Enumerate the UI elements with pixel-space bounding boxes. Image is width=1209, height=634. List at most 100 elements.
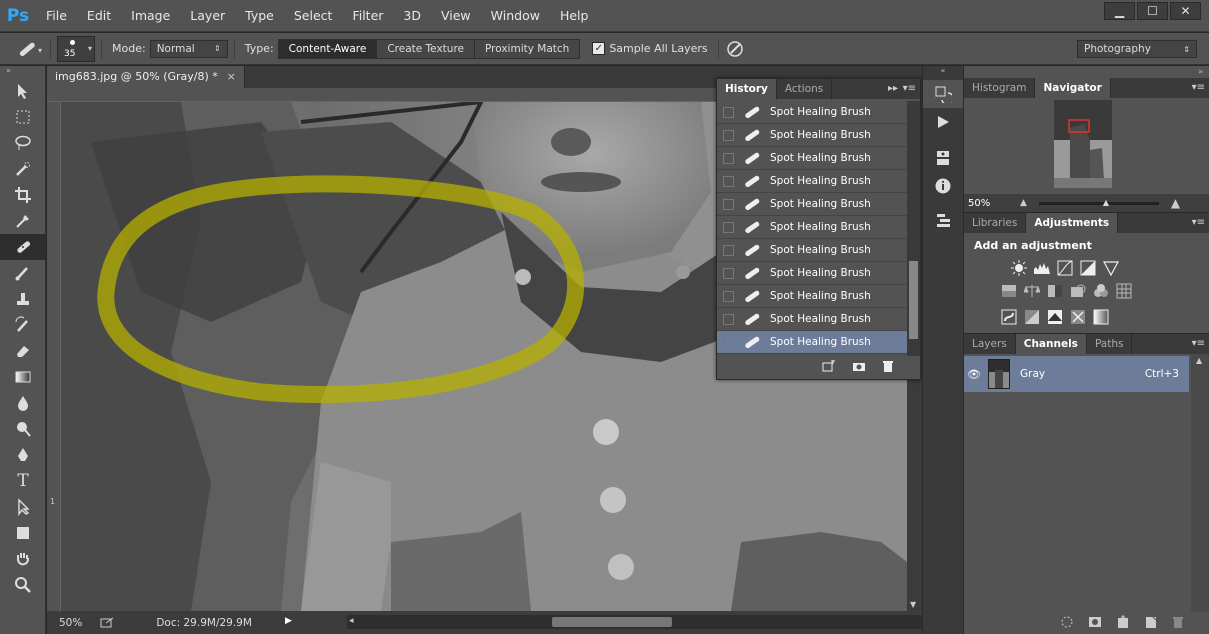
vibrance-icon[interactable]	[1102, 259, 1119, 276]
menu-type[interactable]: Type	[235, 0, 284, 32]
info-icon[interactable]	[923, 172, 963, 200]
menu-help[interactable]: Help	[550, 0, 599, 32]
menu-file[interactable]: File	[36, 0, 77, 32]
horizontal-scroll-thumb[interactable]	[552, 617, 672, 627]
photoshop-logo[interactable]: Ps	[0, 0, 36, 32]
eraser-tool[interactable]	[0, 338, 46, 364]
panel-menu-icon[interactable]: ▾≡	[903, 79, 916, 99]
scroll-up-arrow-icon[interactable]: ▲	[1196, 356, 1202, 365]
history-source-checkbox[interactable]	[723, 244, 734, 256]
tab-actions[interactable]: Actions	[777, 79, 833, 99]
history-source-checkbox[interactable]	[723, 129, 734, 141]
create-texture-button[interactable]: Create Texture	[377, 39, 475, 58]
crop-tool[interactable]	[0, 182, 46, 208]
brightness-contrast-icon[interactable]	[1010, 259, 1027, 276]
history-item[interactable]: Spot Healing Brush	[717, 124, 907, 147]
selective-color-icon[interactable]	[1069, 308, 1086, 325]
trash-icon[interactable]	[1172, 616, 1184, 631]
new-channel-page-icon[interactable]	[1144, 615, 1158, 632]
new-document-from-state-icon[interactable]	[822, 359, 836, 375]
channel-mixer-icon[interactable]	[1092, 282, 1109, 299]
history-source-checkbox[interactable]	[723, 198, 734, 210]
brush-tool[interactable]	[0, 260, 46, 286]
rectangle-tool[interactable]	[0, 520, 46, 546]
history-item[interactable]: Spot Healing Brush	[717, 239, 907, 262]
save-selection-as-channel-icon[interactable]	[1088, 616, 1102, 631]
history-item[interactable]: Spot Healing Brush	[717, 147, 907, 170]
brush-size-picker[interactable]: 35 ▾	[57, 35, 95, 62]
pen-tool[interactable]	[0, 442, 46, 468]
color-lookup-icon[interactable]	[1115, 282, 1132, 299]
history-item-current[interactable]: Spot Healing Brush	[717, 331, 907, 354]
photo-filter-icon[interactable]	[1069, 282, 1086, 299]
collapse-chevron-icon[interactable]: »	[1198, 67, 1203, 76]
color-balance-icon[interactable]	[1023, 282, 1040, 299]
marquee-tool[interactable]	[0, 104, 46, 130]
navigator-zoom-value[interactable]: 50%	[964, 198, 1020, 209]
channels-scrollbar[interactable]: ▲	[1191, 354, 1209, 612]
collapse-chevron-icon[interactable]: «	[923, 66, 963, 80]
zoom-slider-thumb[interactable]: ▲	[1103, 198, 1109, 207]
exposure-icon[interactable]	[1079, 259, 1096, 276]
history-source-checkbox[interactable]	[723, 313, 734, 325]
history-source-checkbox[interactable]	[723, 152, 734, 164]
menu-layer[interactable]: Layer	[180, 0, 235, 32]
hue-saturation-icon[interactable]	[1000, 282, 1017, 299]
content-aware-button[interactable]: Content-Aware	[278, 39, 378, 58]
history-item[interactable]: Spot Healing Brush	[717, 101, 907, 124]
zoom-level[interactable]: 50%	[59, 617, 82, 629]
menu-view[interactable]: View	[431, 0, 481, 32]
zoom-tool[interactable]	[0, 572, 46, 598]
type-tool[interactable]: T	[0, 468, 46, 494]
minimize-button[interactable]: ▁	[1104, 2, 1135, 20]
gradient-map-icon[interactable]	[1092, 308, 1109, 325]
tool-presets-icon[interactable]	[923, 206, 963, 234]
history-source-checkbox[interactable]	[723, 175, 734, 187]
eyedropper-tool[interactable]	[0, 208, 46, 234]
history-source-checkbox[interactable]	[723, 336, 734, 348]
tab-layers[interactable]: Layers	[964, 334, 1016, 354]
export-icon[interactable]	[100, 617, 114, 629]
menu-select[interactable]: Select	[284, 0, 343, 32]
tab-navigator[interactable]: Navigator	[1035, 78, 1111, 98]
history-item[interactable]: Spot Healing Brush	[717, 170, 907, 193]
close-icon[interactable]: ×	[227, 66, 236, 88]
history-scrollbar[interactable]	[907, 101, 920, 356]
history-panel-icon[interactable]	[923, 80, 963, 108]
channel-row-gray[interactable]: 👁 Gray Ctrl+3	[964, 356, 1189, 392]
eye-visibility-icon[interactable]: 👁	[964, 368, 984, 381]
path-selection-tool[interactable]	[0, 494, 46, 520]
move-tool[interactable]	[0, 78, 46, 104]
workspace-select[interactable]: Photography ⇕	[1077, 40, 1197, 58]
mode-select[interactable]: Normal ⇕	[149, 39, 228, 58]
tab-paths[interactable]: Paths	[1087, 334, 1133, 354]
maximize-button[interactable]: ☐	[1137, 2, 1168, 20]
load-channel-as-selection-icon[interactable]	[1060, 615, 1074, 632]
menu-window[interactable]: Window	[481, 0, 550, 32]
proximity-match-button[interactable]: Proximity Match	[475, 39, 580, 58]
status-menu-arrow-icon[interactable]: ▶	[285, 616, 292, 626]
gradient-tool[interactable]	[0, 364, 46, 390]
menu-3d[interactable]: 3D	[393, 0, 431, 32]
spot-healing-tool-preset-icon[interactable]: ▾	[14, 39, 44, 59]
threshold-icon[interactable]	[1046, 308, 1063, 325]
posterize-icon[interactable]	[1023, 308, 1040, 325]
horizontal-scrollbar[interactable]: ◂ ▸	[347, 615, 952, 629]
menu-image[interactable]: Image	[121, 0, 180, 32]
scroll-left-arrow-icon[interactable]: ◂	[349, 616, 354, 626]
history-source-checkbox[interactable]	[723, 106, 734, 118]
zoom-in-icon[interactable]: ▲	[1171, 196, 1180, 210]
menu-edit[interactable]: Edit	[77, 0, 121, 32]
history-item[interactable]: Spot Healing Brush	[717, 308, 907, 331]
pressure-size-icon[interactable]	[725, 39, 745, 59]
collapse-chevron-icon[interactable]: »	[0, 66, 45, 78]
document-tab[interactable]: img683.jpg @ 50% (Gray/8) * ×	[47, 66, 245, 88]
tab-channels[interactable]: Channels	[1015, 334, 1087, 354]
history-scroll-thumb[interactable]	[909, 261, 918, 339]
tab-history[interactable]: History	[717, 79, 777, 99]
panel-menu-icon[interactable]: ▾≡	[1192, 334, 1205, 354]
tab-histogram[interactable]: Histogram	[964, 78, 1036, 98]
black-white-icon[interactable]	[1046, 282, 1063, 299]
lasso-tool[interactable]	[0, 130, 46, 156]
panel-menu-icon[interactable]: ▾≡	[1192, 78, 1205, 98]
